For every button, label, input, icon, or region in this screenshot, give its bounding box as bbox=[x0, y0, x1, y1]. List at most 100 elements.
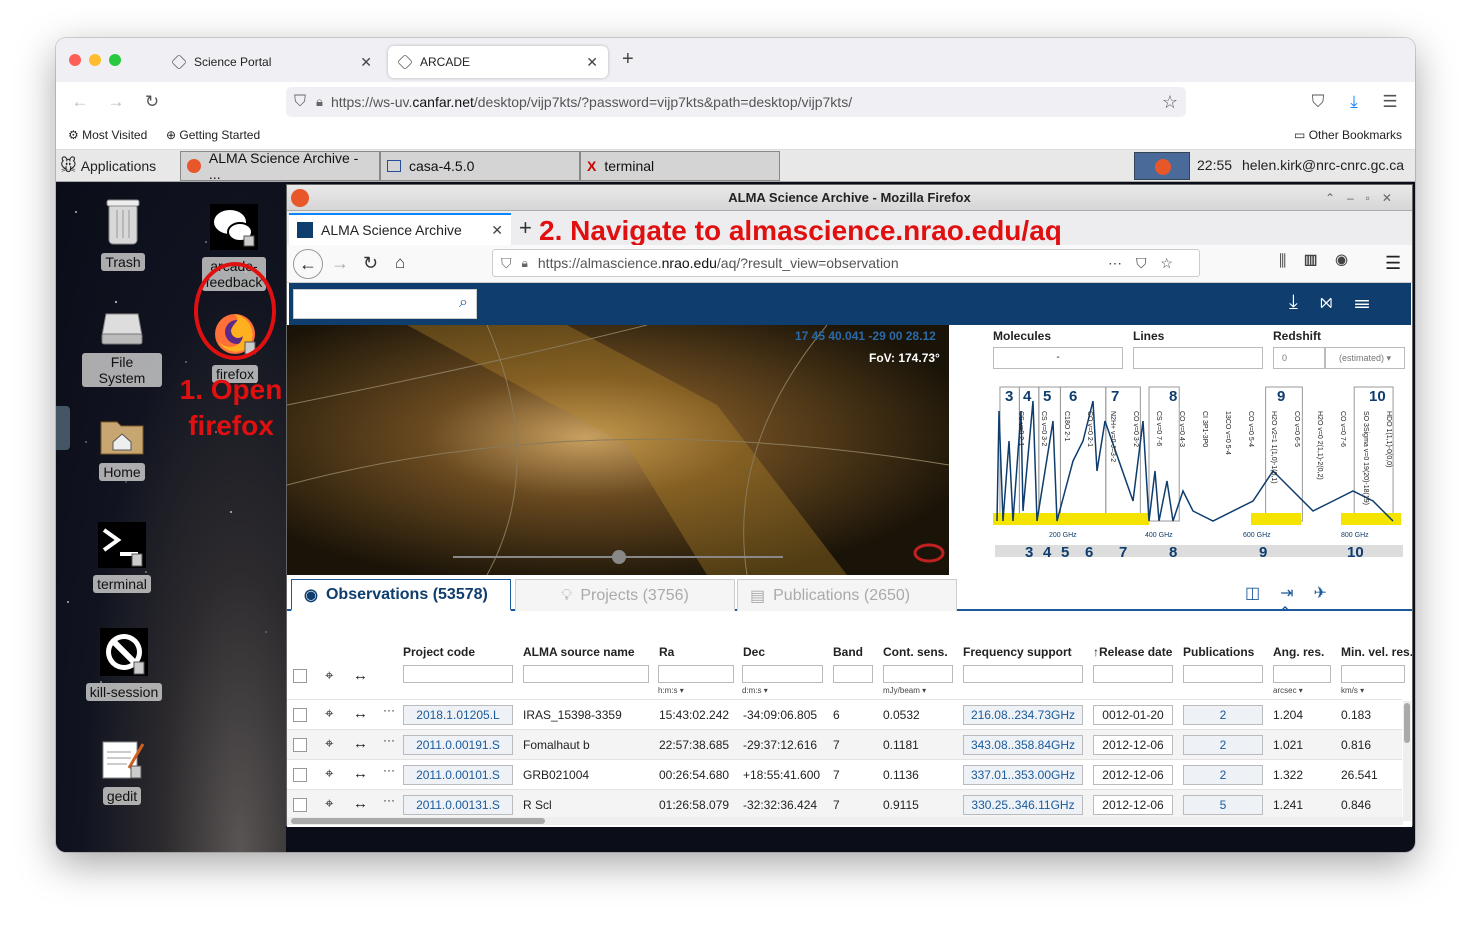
bookmark-most-visited[interactable]: ⚙ Most Visited bbox=[68, 128, 147, 142]
side-panel-handle[interactable] bbox=[56, 406, 70, 450]
tray-firefox[interactable] bbox=[1134, 152, 1190, 180]
col-publications[interactable]: Publications bbox=[1183, 645, 1254, 659]
close-window-button[interactable] bbox=[69, 54, 81, 66]
unit-ra[interactable]: h:m:s ▾ bbox=[658, 686, 684, 695]
crosshair-icon[interactable]: ⌖ bbox=[325, 795, 333, 812]
vertical-scrollbar[interactable] bbox=[1403, 701, 1411, 821]
task-terminal[interactable]: X terminal bbox=[580, 151, 780, 181]
tab-alma-archive[interactable]: ALMA Science Archive ✕ bbox=[289, 213, 511, 245]
filter-cont[interactable] bbox=[883, 665, 953, 683]
col-frequency[interactable]: Frequency support bbox=[963, 645, 1072, 659]
col-min-vel-res[interactable]: Min. vel. res. bbox=[1341, 645, 1412, 659]
col-ang-res[interactable]: Ang. res. bbox=[1273, 645, 1324, 659]
bookmark-getting-started[interactable]: ⊕ Getting Started bbox=[166, 128, 260, 142]
pocket-icon[interactable]: ⛉ bbox=[1306, 90, 1330, 114]
table-row[interactable]: ⌖ ↔ ··· 2011.0.00131.S R Scl 01:26:58.079 -32:… bbox=[287, 789, 1402, 819]
cell-project[interactable]: 2011.0.00131.S bbox=[403, 795, 513, 815]
unit-ang[interactable]: arcsec ▾ bbox=[1273, 686, 1303, 695]
reload-icon[interactable]: ↻ bbox=[363, 253, 378, 274]
cell-pubs[interactable]: 2 bbox=[1183, 765, 1263, 785]
col-band[interactable]: Band bbox=[833, 645, 863, 659]
table-row[interactable]: ⌖ ↔ ··· 2011.0.00191.S Fomalhaut b 22:57:38.6… bbox=[287, 729, 1402, 759]
crosshair-icon[interactable]: ⌖ bbox=[325, 765, 333, 782]
unit-cont[interactable]: mJy/beam ▾ bbox=[883, 686, 926, 695]
filter-publications[interactable] bbox=[1183, 665, 1263, 683]
menu-icon[interactable]: ☰ bbox=[1378, 90, 1402, 114]
col-cont-sens[interactable]: Cont. sens. bbox=[883, 645, 948, 659]
filter-ra[interactable] bbox=[658, 665, 734, 683]
col-ra[interactable]: Ra bbox=[659, 645, 674, 659]
expand-arrows-icon[interactable]: ↔ bbox=[353, 705, 368, 722]
cell-pubs[interactable]: 5 bbox=[1183, 795, 1263, 815]
crosshair-icon[interactable]: ⌖ bbox=[325, 735, 333, 752]
more-icon[interactable]: ··· bbox=[383, 763, 395, 777]
sky-viewer[interactable]: 17 45 40.041 -29 00 28.12 FoV: 174.73° ≋… bbox=[287, 325, 949, 575]
page-actions[interactable]: ⋯⛉☆ bbox=[1108, 255, 1187, 272]
tab-arcade[interactable]: ARCADE ✕ bbox=[388, 46, 608, 78]
col-dec[interactable]: Dec bbox=[743, 645, 765, 659]
filter-band[interactable] bbox=[833, 665, 873, 683]
cell-project[interactable]: 2011.0.00101.S bbox=[403, 765, 513, 785]
cell-freq[interactable]: 337.01..353.00GHz bbox=[963, 765, 1083, 785]
tab-publications[interactable]: ▤ Publications (2650) bbox=[737, 579, 957, 611]
desktop-icon-kill-session[interactable]: kill-session bbox=[84, 628, 164, 701]
tab-observations[interactable]: ◉ Observations (53578) bbox=[291, 579, 511, 611]
filter-project[interactable] bbox=[403, 665, 513, 683]
row-checkbox[interactable] bbox=[293, 738, 307, 752]
desktop-icon-terminal[interactable]: terminal bbox=[82, 522, 162, 593]
task-alma-firefox[interactable]: ALMA Science Archive - ... bbox=[180, 150, 380, 182]
molecules-select[interactable]: - bbox=[993, 347, 1123, 369]
table-row[interactable]: ⌖ ↔ ··· 2018.1.01205.L IRAS_15398-3359 15:43:… bbox=[287, 699, 1402, 729]
close-tab-icon[interactable]: ✕ bbox=[491, 222, 503, 239]
expand-arrows-icon[interactable]: ↔ bbox=[353, 795, 368, 812]
cell-freq[interactable]: 216.08..234.73GHz bbox=[963, 705, 1083, 725]
filter-dec[interactable] bbox=[742, 665, 823, 683]
expand-arrows-icon[interactable]: ↔ bbox=[353, 765, 368, 782]
header-actions[interactable]: ⤓⋈☰ bbox=[1289, 291, 1392, 314]
home-icon[interactable]: ⌂ bbox=[395, 253, 405, 273]
crosshair-icon[interactable]: ⌖ bbox=[325, 705, 333, 722]
table-row[interactable]: ⌖ ↔ ··· 2011.0.00101.S GRB021004 00:26:54.680… bbox=[287, 759, 1402, 789]
menu-icon[interactable]: ☰ bbox=[1385, 253, 1401, 274]
cell-freq[interactable]: 343.08..358.84GHz bbox=[963, 735, 1083, 755]
cell-pubs[interactable]: 2 bbox=[1183, 705, 1263, 725]
col-source-name[interactable]: ALMA source name bbox=[523, 645, 635, 659]
filter-source[interactable] bbox=[523, 665, 649, 683]
row-checkbox[interactable] bbox=[293, 768, 307, 782]
col-project-code[interactable]: Project code bbox=[403, 645, 475, 659]
expand-arrows-icon[interactable]: ↔ bbox=[353, 735, 368, 752]
row-checkbox[interactable] bbox=[293, 708, 307, 722]
new-tab-button[interactable]: + bbox=[519, 215, 532, 241]
col-release-date[interactable]: ↑Release date bbox=[1093, 645, 1172, 659]
cell-pubs[interactable]: 2 bbox=[1183, 735, 1263, 755]
forward-icon[interactable]: → bbox=[104, 90, 128, 114]
filter-min-vel[interactable] bbox=[1341, 665, 1405, 683]
address-bar[interactable]: ⛉ 🔒︎ https://almascience.nrao.edu/aq/?re… bbox=[492, 249, 1200, 277]
minimize-window-button[interactable] bbox=[89, 54, 101, 66]
desktop-icon-file-system[interactable]: File System bbox=[82, 310, 162, 387]
cell-project[interactable]: 2011.0.00191.S bbox=[403, 735, 513, 755]
filter-frequency[interactable] bbox=[963, 665, 1083, 683]
more-icon[interactable]: ··· bbox=[383, 733, 395, 747]
zoom-window-button[interactable] bbox=[109, 54, 121, 66]
search-input[interactable]: ⌕ bbox=[293, 289, 477, 319]
more-icon[interactable]: ··· bbox=[383, 793, 395, 807]
desktop-icon-home[interactable]: Home bbox=[82, 416, 162, 481]
tab-projects[interactable]: 💡︎ Projects (3756) bbox=[515, 579, 735, 611]
forward-icon[interactable]: → bbox=[331, 253, 349, 274]
lines-select[interactable] bbox=[1133, 347, 1263, 369]
redshift-mode-select[interactable]: (estimated) ▾ bbox=[1325, 347, 1405, 369]
task-casa[interactable]: casa-4.5.0 bbox=[380, 151, 580, 181]
back-icon[interactable]: ← bbox=[68, 90, 92, 114]
cell-release[interactable]: 0012-01-20 bbox=[1093, 705, 1173, 725]
close-tab-icon[interactable]: ✕ bbox=[360, 54, 372, 71]
cell-release[interactable]: 2012-12-06 bbox=[1093, 765, 1173, 785]
filter-ang-res[interactable] bbox=[1273, 665, 1331, 683]
close-tab-icon[interactable]: ✕ bbox=[586, 54, 598, 71]
cell-release[interactable]: 2012-12-06 bbox=[1093, 735, 1173, 755]
new-tab-button[interactable]: + bbox=[622, 48, 634, 71]
filter-release[interactable] bbox=[1093, 665, 1173, 683]
star-bookmark-icon[interactable]: ☆ bbox=[1162, 92, 1178, 113]
cell-project[interactable]: 2018.1.01205.L bbox=[403, 705, 513, 725]
desktop-icon-gedit[interactable]: gedit bbox=[82, 738, 162, 805]
